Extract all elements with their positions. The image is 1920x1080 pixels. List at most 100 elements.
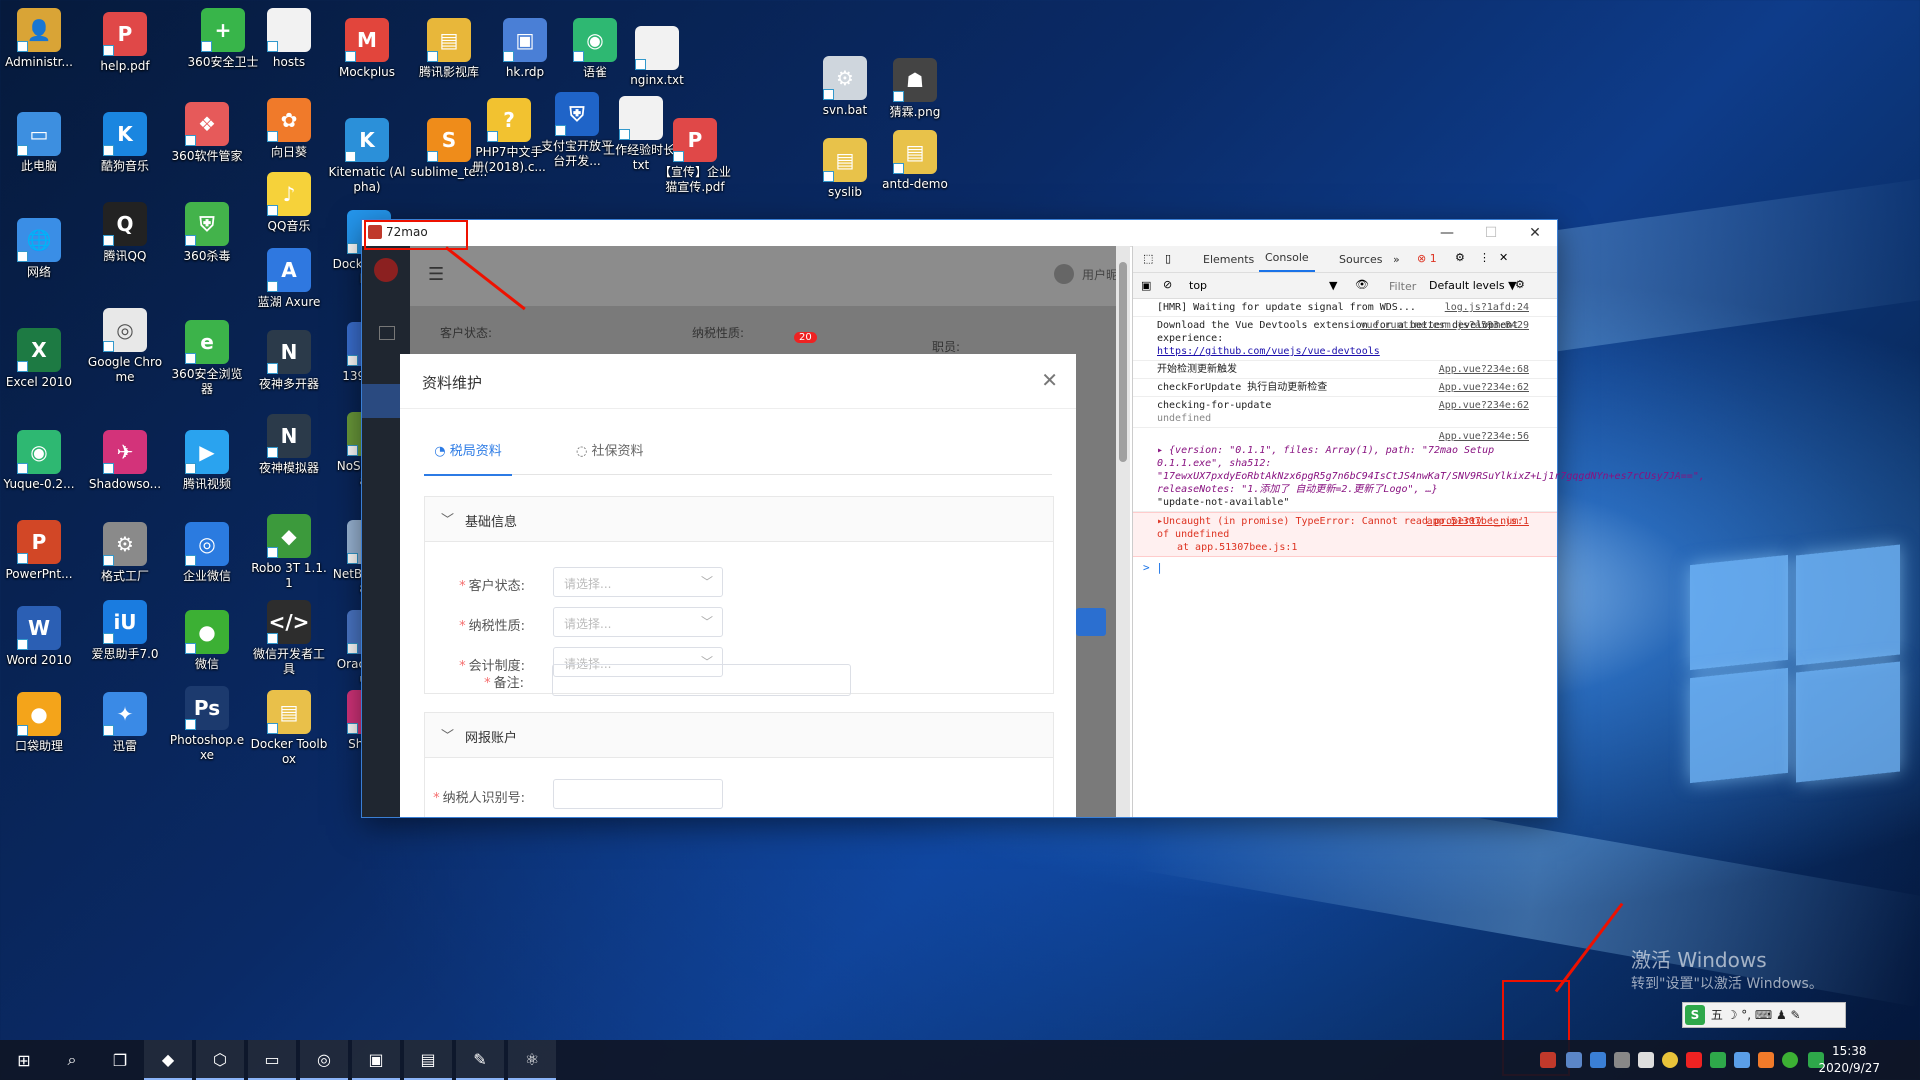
desktop-icon[interactable]: X Excel 2010 bbox=[0, 328, 78, 390]
desktop-icon[interactable]: ❖ 360软件管家 bbox=[168, 102, 246, 164]
desktop-icon[interactable]: ▶ 腾讯视频 bbox=[168, 430, 246, 492]
desktop-icon[interactable]: ▭ 此电脑 bbox=[0, 112, 78, 174]
desktop-icon[interactable]: M Mockplus bbox=[328, 18, 406, 80]
more-tabs-icon[interactable]: » bbox=[1393, 253, 1400, 266]
tray-network-drive-icon[interactable] bbox=[1566, 1052, 1582, 1068]
desktop-icon[interactable]: N 夜神模拟器 bbox=[250, 414, 328, 476]
ime-toolbar[interactable]: S 五 ☽ °, ⌨ ♟ ✎ bbox=[1682, 1002, 1846, 1028]
desktop-icon[interactable]: nginx.txt bbox=[618, 26, 696, 88]
source-link[interactable]: App.vue?234e:56 bbox=[1439, 430, 1529, 443]
tray-app-icon[interactable] bbox=[1590, 1052, 1606, 1068]
desktop-icon[interactable]: ⚙ svn.bat bbox=[806, 56, 884, 118]
play-icon[interactable] bbox=[379, 326, 395, 340]
desktop-icon[interactable]: ◎ Google Chrome bbox=[86, 308, 164, 385]
desktop-icon[interactable]: P PowerPnt... bbox=[0, 520, 78, 582]
tab-tax-info[interactable]: ◔ 税局资料 bbox=[424, 440, 512, 476]
desktop-icon[interactable]: K 酷狗音乐 bbox=[86, 112, 164, 174]
tray-72mao-icon[interactable] bbox=[1540, 1052, 1556, 1068]
desktop-icon[interactable]: ⛨ 360杀毒 bbox=[168, 202, 246, 264]
device-icon[interactable]: ▯ bbox=[1165, 252, 1171, 265]
desktop-icon[interactable]: ▤ Docker Toolbox bbox=[250, 690, 328, 767]
taskbar-phpstorm-icon[interactable]: ▣ bbox=[352, 1040, 400, 1080]
desktop-icon[interactable]: ▤ antd-demo bbox=[876, 130, 954, 192]
desktop-icon[interactable]: ? PHP7中文手册(2018).c... bbox=[470, 98, 548, 175]
desktop-icon[interactable]: ● 微信 bbox=[168, 610, 246, 672]
settings-icon[interactable]: ⚙ bbox=[1515, 278, 1525, 291]
clear-console-icon[interactable]: ⊘ bbox=[1163, 278, 1172, 291]
settings-icon[interactable]: ⚙ bbox=[1455, 251, 1465, 264]
desktop-icon[interactable]: N 夜神多开器 bbox=[250, 330, 328, 392]
desktop-icon[interactable]: A 蓝湖 Axure bbox=[250, 248, 328, 310]
taxpayer-id-input[interactable] bbox=[553, 779, 723, 809]
desktop-icon[interactable]: ◆ Robo 3T 1.1.1 bbox=[250, 514, 328, 591]
desktop-icon[interactable]: ✿ 向日葵 bbox=[250, 98, 328, 160]
taskbar-explorer-icon[interactable]: ▭ bbox=[248, 1040, 296, 1080]
close-devtools-icon[interactable]: ✕ bbox=[1499, 251, 1508, 264]
avatar[interactable] bbox=[1054, 264, 1074, 284]
tab-console[interactable]: Console bbox=[1259, 246, 1315, 272]
taskbar-sourcetree-icon[interactable]: ◆ bbox=[144, 1040, 192, 1080]
levels-select[interactable]: Default levels ▼ bbox=[1429, 279, 1517, 292]
source-link[interactable]: log.js?1afd:24 bbox=[1445, 301, 1529, 314]
desktop-icon[interactable]: iU 爱思助手7.0 bbox=[86, 600, 164, 662]
desktop-icon[interactable]: 🌐 网络 bbox=[0, 218, 78, 280]
desktop-icon[interactable]: Ps Photoshop.exe bbox=[168, 686, 246, 763]
console-prompt[interactable]: > | bbox=[1133, 557, 1557, 578]
tab-elements[interactable]: Elements bbox=[1203, 253, 1254, 266]
console-message[interactable]: App.vue?234e:62 checking-for-update undefi… bbox=[1133, 397, 1557, 428]
search-button[interactable] bbox=[1076, 608, 1106, 636]
desktop-icon[interactable]: ◎ 企业微信 bbox=[168, 522, 246, 584]
taskbar-chrome-icon[interactable]: ◎ bbox=[300, 1040, 348, 1080]
taskbar-clock[interactable]: 15:38 2020/9/27 bbox=[1818, 1043, 1880, 1077]
source-link[interactable]: App.vue?234e:68 bbox=[1439, 363, 1529, 376]
desktop-icon[interactable]: ● 口袋助理 bbox=[0, 692, 78, 754]
more-icon[interactable]: ⋮ bbox=[1479, 251, 1490, 264]
tray-monitor-icon[interactable] bbox=[1734, 1052, 1750, 1068]
desktop-icon[interactable]: W Word 2010 bbox=[0, 606, 78, 668]
desktop-icon[interactable]: K Kitematic (Alpha) bbox=[328, 118, 406, 195]
console-message[interactable]: App.vue?234e:56 ▸ {version: "0.1.1", file… bbox=[1133, 428, 1705, 512]
source-link[interactable]: vue.runtime.esm.js?a593:8429 bbox=[1360, 319, 1529, 332]
search-icon[interactable]: ⌕ bbox=[48, 1040, 96, 1080]
tray-wechat-icon[interactable] bbox=[1782, 1052, 1798, 1068]
tray-shield-icon[interactable] bbox=[1710, 1052, 1726, 1068]
desktop-icon[interactable]: ♪ QQ音乐 bbox=[250, 172, 328, 234]
scrollbar[interactable] bbox=[1116, 246, 1130, 817]
taskbar-electron-icon[interactable]: ⚛ bbox=[508, 1040, 556, 1080]
minimize-button[interactable]: — bbox=[1425, 220, 1469, 246]
desktop-icon[interactable]: P 【宣传】企业猫宣传.pdf bbox=[656, 118, 734, 195]
desktop-icon[interactable]: ◉ Yuque-0.2... bbox=[0, 430, 78, 492]
tab-social-insurance[interactable]: ◌ 社保资料 bbox=[576, 440, 656, 474]
desktop-icon[interactable]: ⚙ 格式工厂 bbox=[86, 522, 164, 584]
desktop-icon[interactable]: 👤 Administr... bbox=[0, 8, 78, 70]
eye-icon[interactable]: 👁 bbox=[1355, 278, 1369, 291]
basic-info-header[interactable]: ﹀ 基础信息 bbox=[425, 497, 1053, 542]
tray-360-icon[interactable] bbox=[1662, 1052, 1678, 1068]
task-view-icon[interactable]: ❐ bbox=[96, 1040, 144, 1080]
desktop-icon[interactable]: hosts bbox=[250, 8, 328, 70]
desktop-icon[interactable]: ✈ Shadowso... bbox=[86, 430, 164, 492]
desktop-icon[interactable]: </> 微信开发者工具 bbox=[250, 600, 328, 677]
close-button[interactable]: ✕ bbox=[1513, 220, 1557, 246]
source-link[interactable]: App.vue?234e:62 bbox=[1439, 399, 1529, 412]
console-message[interactable]: App.vue?234e:62 checkForUpdate 执行自动更新检查 bbox=[1133, 379, 1557, 397]
tax-nature-select[interactable]: 请选择... ﹀ bbox=[553, 607, 723, 637]
error-count-badge[interactable]: ⊗ 1 bbox=[1417, 252, 1437, 265]
source-link[interactable]: App.vue?234e:62 bbox=[1439, 381, 1529, 394]
inspect-icon[interactable]: ⬚ bbox=[1143, 252, 1153, 265]
taskbar-virtualbox-icon[interactable]: ⬡ bbox=[196, 1040, 244, 1080]
window-titlebar[interactable]: 72mao — ☐ ✕ bbox=[362, 220, 1557, 247]
desktop-icon[interactable]: ▤ syslib bbox=[806, 138, 884, 200]
maximize-button[interactable]: ☐ bbox=[1469, 220, 1513, 246]
tray-sunlogin-icon[interactable] bbox=[1758, 1052, 1774, 1068]
source-link[interactable]: app.51307bee.js:1 bbox=[1427, 515, 1529, 528]
console-error[interactable]: app.51307bee.js:1 ▸Uncaught (in promise) … bbox=[1133, 512, 1557, 557]
start-button[interactable]: ⊞ bbox=[0, 1040, 48, 1080]
filter-input[interactable]: Filter bbox=[1389, 280, 1416, 293]
remarks-textarea[interactable] bbox=[552, 664, 851, 696]
desktop-icon[interactable]: Phelp.pdf bbox=[86, 12, 164, 74]
console-message[interactable]: log.js?1afd:24 [HMR] Waiting for update s… bbox=[1133, 299, 1557, 317]
console-message[interactable]: vue.runtime.esm.js?a593:8429 Download the… bbox=[1133, 317, 1557, 361]
taskbar-notepad-icon[interactable]: ✎ bbox=[456, 1040, 504, 1080]
console-message[interactable]: App.vue?234e:68 开始检测更新触发 bbox=[1133, 361, 1557, 379]
